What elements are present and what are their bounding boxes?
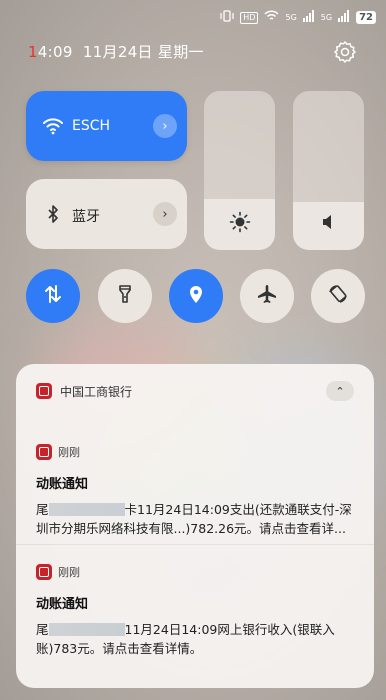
wifi-tile[interactable]: ESCH › bbox=[26, 91, 187, 161]
date-label: 11月24日 星期一 bbox=[82, 43, 204, 61]
status-bar: HD 5G 5G 72 bbox=[0, 0, 386, 40]
signal-icon bbox=[302, 10, 315, 25]
data-arrows-icon bbox=[42, 283, 64, 309]
notification-app-name: 中国工商银行 bbox=[60, 385, 133, 399]
clock-hour-first-digit: 1 bbox=[28, 43, 38, 61]
signal-icon bbox=[338, 10, 350, 25]
brightness-sun-icon bbox=[229, 211, 251, 233]
volume-slider[interactable] bbox=[293, 91, 364, 250]
battery-level: 72 bbox=[356, 11, 376, 24]
bluetooth-expand-chevron-icon[interactable]: › bbox=[153, 202, 177, 226]
bluetooth-icon bbox=[42, 203, 64, 225]
vibrate-icon bbox=[220, 10, 234, 25]
icbc-logo-icon bbox=[36, 444, 52, 460]
body-prefix: 尾 bbox=[36, 502, 49, 517]
location-toggle[interactable] bbox=[169, 269, 223, 323]
notification-divider bbox=[16, 544, 374, 545]
wifi-icon bbox=[42, 115, 64, 137]
wifi-status-icon bbox=[264, 10, 280, 25]
notification-time: 刚刚 bbox=[58, 566, 80, 579]
bluetooth-label: 蓝牙 bbox=[72, 209, 100, 225]
body-masked-suffix: 卡 bbox=[124, 502, 138, 517]
signal-5g-label: 5G bbox=[285, 13, 297, 22]
body-prefix: 尾 bbox=[36, 622, 49, 637]
airplane-icon bbox=[256, 283, 278, 309]
wifi-network-name: ESCH bbox=[72, 118, 111, 134]
rotate-icon bbox=[327, 283, 349, 309]
clock-time: 4:09 bbox=[37, 43, 73, 61]
flashlight-icon bbox=[114, 283, 136, 309]
bluetooth-tile[interactable]: 蓝牙 › bbox=[26, 179, 187, 249]
mobile-data-toggle[interactable] bbox=[26, 269, 80, 323]
notification-body: 尾卡11月24日14:09支出(还款通联支付-深圳市分期乐网络科技有限...)7… bbox=[36, 500, 358, 538]
signal-5g-label: 5G bbox=[320, 13, 333, 22]
notification-group-header[interactable]: 中国工商银行 ⌃ bbox=[16, 364, 374, 418]
notification-item[interactable]: 刚刚 动账通知 尾 11月24日14:09网上银行收入(银联入账)783元。请点击… bbox=[16, 564, 374, 664]
masked-card-number bbox=[48, 503, 125, 516]
masked-card-number bbox=[48, 623, 125, 636]
wifi-expand-chevron-icon[interactable]: › bbox=[153, 114, 177, 138]
settings-gear-icon[interactable] bbox=[333, 40, 357, 64]
location-pin-icon bbox=[185, 283, 207, 309]
airplane-mode-toggle[interactable] bbox=[240, 269, 294, 323]
notification-item[interactable]: 刚刚 动账通知 尾卡11月24日14:09支出(还款通联支付-深圳市分期乐网络科… bbox=[16, 444, 374, 544]
time-date: 14:09 11月24日 星期一 bbox=[28, 41, 204, 62]
flashlight-toggle[interactable] bbox=[98, 269, 152, 323]
collapse-chevron-up-icon[interactable]: ⌃ bbox=[326, 381, 354, 401]
notification-title: 动账通知 bbox=[36, 477, 89, 492]
speaker-icon bbox=[318, 211, 340, 233]
hd-badge: HD bbox=[240, 11, 259, 24]
icbc-logo-icon bbox=[36, 383, 52, 399]
notification-title: 动账通知 bbox=[36, 597, 89, 612]
auto-rotate-toggle[interactable] bbox=[311, 269, 365, 323]
notification-time: 刚刚 bbox=[58, 446, 80, 459]
notification-panel: 中国工商银行 ⌃ 刚刚 动账通知 尾卡11月24日14:09支出(还款通联支付-… bbox=[16, 364, 374, 688]
icbc-logo-icon bbox=[36, 564, 52, 580]
brightness-slider[interactable] bbox=[204, 91, 275, 250]
notification-body: 尾 11月24日14:09网上银行收入(银联入账)783元。请点击查看详情。 bbox=[36, 620, 358, 658]
